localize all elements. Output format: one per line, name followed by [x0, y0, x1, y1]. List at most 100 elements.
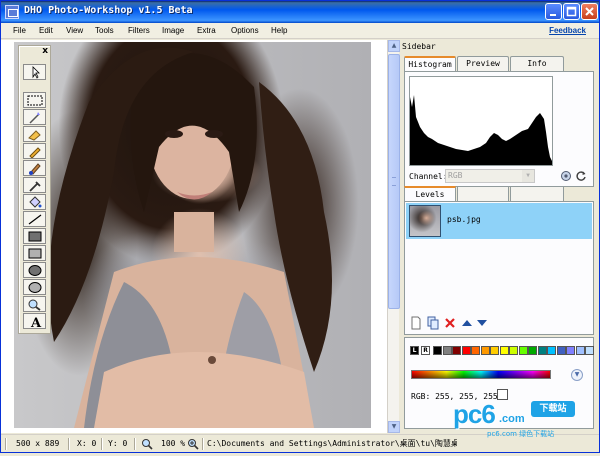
app-window: DHO Photo-Workshop v1.5 Beta File Edit V… — [0, 0, 600, 453]
text-tool[interactable]: A — [23, 313, 46, 329]
histogram-chart — [409, 76, 553, 166]
rectangle-filled-tool[interactable] — [23, 228, 46, 244]
menu-extra[interactable]: Extra — [197, 26, 216, 35]
zoom-level: 100 % — [161, 439, 186, 448]
pointer-tool[interactable] — [23, 64, 46, 80]
move-down-icon[interactable] — [477, 320, 487, 326]
magic-wand-tool[interactable] — [23, 109, 46, 125]
menu-edit[interactable]: Edit — [39, 26, 53, 35]
histogram-panel: Channel: RGB ▼ — [404, 71, 594, 187]
rectangle-filled-icon — [28, 231, 42, 242]
eraser-tool[interactable] — [23, 126, 46, 142]
menu-tools[interactable]: Tools — [95, 26, 114, 35]
photo-image[interactable] — [14, 42, 371, 428]
refresh-icon[interactable] — [575, 170, 587, 182]
menu-help[interactable]: Help — [271, 26, 287, 35]
color-swatch[interactable] — [575, 346, 585, 355]
fill-tool[interactable] — [23, 194, 46, 210]
magic-wand-icon — [29, 112, 40, 124]
scroll-up-icon[interactable]: ▲ — [388, 40, 400, 52]
color-swatch[interactable] — [471, 346, 480, 355]
scroll-thumb[interactable] — [388, 54, 400, 309]
menu-view[interactable]: View — [66, 26, 83, 35]
line-icon — [28, 214, 42, 225]
menu-bar: File Edit View Tools Filters Image Extra… — [1, 23, 599, 39]
color-gradient-picker[interactable] — [411, 370, 551, 379]
status-separator — [68, 438, 70, 450]
tab-layer-3[interactable] — [510, 186, 564, 201]
text-icon: A — [30, 316, 42, 328]
new-layer-icon[interactable] — [411, 316, 421, 330]
layer-toolbar — [410, 316, 510, 330]
menu-filters[interactable]: Filters — [128, 26, 150, 35]
color-swatch[interactable] — [566, 346, 575, 355]
tab-preview[interactable]: Preview — [457, 56, 509, 71]
color-swatch[interactable] — [585, 346, 594, 355]
letter-swatch-r[interactable]: R — [421, 346, 430, 355]
color-swatch[interactable] — [509, 346, 518, 355]
color-swatch[interactable] — [518, 346, 528, 355]
feedback-link[interactable]: Feedback — [549, 26, 586, 35]
ellipse-filled-tool[interactable] — [23, 262, 46, 278]
color-swatch[interactable] — [490, 346, 499, 355]
menu-file[interactable]: File — [13, 26, 26, 35]
info-tabs: Histogram Preview Info — [404, 56, 564, 72]
layer-item[interactable]: psb.jpg — [406, 203, 592, 239]
expand-chevron-icon[interactable]: ▼ — [571, 369, 583, 381]
watermark: pc6 .com 下载站 pc6.com 绿色下载站 — [453, 399, 581, 438]
letter-swatch-l[interactable]: L — [410, 346, 419, 355]
vertical-scrollbar[interactable]: ▲ ▼ — [387, 40, 400, 433]
color-swatch[interactable] — [547, 346, 556, 355]
color-swatch[interactable] — [556, 346, 566, 355]
eyedropper-icon — [29, 181, 41, 192]
chevron-down-icon[interactable]: ▼ — [522, 170, 534, 182]
move-up-icon[interactable] — [462, 320, 472, 326]
color-swatch[interactable] — [537, 346, 547, 355]
pointer-icon — [32, 66, 40, 79]
color-swatch[interactable] — [452, 346, 461, 355]
layer-tabs: Levels — [404, 186, 564, 202]
pencil-tool[interactable] — [23, 143, 46, 159]
close-button[interactable] — [581, 3, 598, 20]
tab-layer-2[interactable] — [457, 186, 509, 201]
tab-histogram[interactable]: Histogram — [404, 56, 456, 72]
histogram-graph — [410, 95, 552, 165]
file-path: C:\Documents and Settings\Administrator\… — [207, 439, 457, 448]
maximize-button[interactable] — [563, 3, 580, 20]
color-swatch[interactable] — [442, 346, 452, 355]
ellipse-tool[interactable] — [23, 279, 46, 295]
zoom-icon[interactable] — [141, 437, 155, 451]
zoom-tool[interactable] — [23, 296, 46, 312]
layer-thumbnail — [409, 205, 441, 237]
scroll-down-icon[interactable]: ▼ — [388, 421, 400, 433]
color-swatch[interactable] — [461, 346, 471, 355]
duplicate-layer-icon[interactable] — [427, 316, 439, 330]
tab-levels[interactable]: Levels — [404, 186, 456, 202]
title-bar[interactable]: DHO Photo-Workshop v1.5 Beta — [1, 1, 599, 23]
color-swatch[interactable] — [528, 346, 537, 355]
line-tool[interactable] — [23, 211, 46, 227]
status-separator — [5, 438, 7, 450]
color-picker-tool[interactable] — [23, 177, 46, 193]
rectangle-select-tool[interactable] — [23, 92, 46, 108]
color-swatch[interactable] — [433, 346, 442, 355]
status-separator — [134, 438, 136, 450]
sidebar-title: Sidebar — [402, 42, 436, 51]
zoom-in-icon[interactable] — [187, 437, 201, 451]
brush-tool[interactable] — [23, 160, 46, 176]
toolbox-close-icon[interactable]: x — [42, 46, 48, 56]
menu-options[interactable]: Options — [231, 26, 259, 35]
menu-image[interactable]: Image — [162, 26, 184, 35]
tab-info[interactable]: Info — [510, 56, 564, 71]
delete-layer-icon[interactable] — [445, 318, 455, 328]
settings-icon[interactable] — [560, 170, 572, 182]
canvas-area[interactable] — [1, 40, 387, 433]
channel-select[interactable]: RGB ▼ — [445, 169, 535, 183]
cursor-x: X: 0 — [77, 439, 97, 448]
minimize-button[interactable] — [545, 3, 562, 20]
image-dimensions: 500 x 889 — [16, 439, 60, 448]
rectangle-tool[interactable] — [23, 245, 46, 261]
watermark-subtitle: pc6.com 绿色下载站 — [487, 430, 555, 438]
color-swatch[interactable] — [499, 346, 509, 355]
color-swatch[interactable] — [480, 346, 490, 355]
